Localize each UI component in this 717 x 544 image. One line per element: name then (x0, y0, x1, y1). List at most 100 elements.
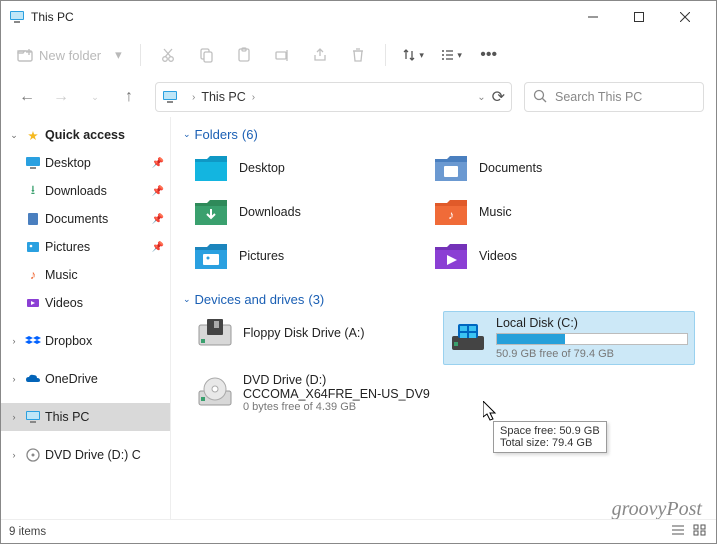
folder-label: Documents (479, 161, 542, 175)
new-folder-button[interactable]: New folder ▾ (9, 47, 130, 63)
address-dropdown[interactable]: ⌄ (477, 92, 485, 103)
drive-name: Floppy Disk Drive (A:) (243, 326, 437, 340)
folders-group-header[interactable]: ⌄ Folders (6) (171, 123, 710, 146)
tooltip-line1: Space free: 50.9 GB (500, 425, 600, 437)
chevron-right-icon[interactable]: › (252, 92, 255, 103)
sidebar-item-dvd-drive[interactable]: › DVD Drive (D:) C (1, 441, 170, 469)
paste-button[interactable] (227, 40, 261, 70)
separator (385, 44, 386, 66)
desktop-icon (25, 155, 41, 171)
sidebar-item-desktop[interactable]: Desktop 📌 (1, 149, 170, 177)
folder-videos[interactable]: Videos (431, 234, 671, 278)
toolbar: New folder ▾ ▾ ▾ ••• (1, 33, 716, 77)
folder-desktop[interactable]: Desktop (191, 146, 431, 190)
folder-label: Desktop (239, 161, 285, 175)
collapse-icon: ⌄ (183, 294, 191, 305)
folder-documents[interactable]: Documents (431, 146, 671, 190)
expand-icon[interactable]: › (7, 336, 21, 346)
search-placeholder: Search This PC (555, 90, 642, 104)
folder-music[interactable]: ♪ Music (431, 190, 671, 234)
dvd-drive-icon (197, 375, 233, 411)
minimize-button[interactable] (570, 1, 616, 33)
refresh-button[interactable]: ⟳ (492, 87, 505, 107)
documents-icon (25, 211, 41, 227)
folder-label: Pictures (239, 249, 284, 263)
back-button[interactable]: ← (13, 83, 41, 111)
tiles-view-button[interactable] (692, 523, 708, 540)
onedrive-icon (25, 371, 41, 387)
chevron-down-icon: ▾ (115, 47, 122, 63)
cut-button[interactable] (151, 40, 185, 70)
share-button[interactable] (303, 40, 337, 70)
tooltip-line2: Total size: 79.4 GB (500, 437, 600, 449)
new-folder-icon (17, 47, 33, 63)
view-button[interactable]: ▾ (434, 40, 468, 70)
desktop-folder-icon (193, 150, 229, 186)
star-icon: ★ (25, 127, 41, 143)
folder-downloads[interactable]: Downloads (191, 190, 431, 234)
expand-icon[interactable]: › (7, 374, 21, 384)
collapse-icon: ⌄ (183, 129, 191, 140)
pin-icon: 📌 (152, 186, 164, 197)
sidebar-item-pictures[interactable]: Pictures 📌 (1, 233, 170, 261)
pin-icon: 📌 (152, 242, 164, 253)
this-pc-icon (25, 409, 41, 425)
sidebar-item-downloads[interactable]: ⭳ Downloads 📌 (1, 177, 170, 205)
videos-icon (25, 295, 41, 311)
expand-icon[interactable]: › (7, 450, 21, 460)
sidebar-item-onedrive[interactable]: › OneDrive (1, 365, 170, 393)
tooltip: Space free: 50.9 GB Total size: 79.4 GB (493, 421, 607, 453)
details-view-button[interactable] (670, 523, 686, 540)
sidebar-item-quick-access[interactable]: ⌄ ★ Quick access (1, 121, 170, 149)
delete-button[interactable] (341, 40, 375, 70)
sidebar-item-this-pc[interactable]: › This PC (1, 403, 170, 431)
sort-button[interactable]: ▾ (396, 40, 430, 70)
status-bar: 9 items (1, 519, 716, 543)
sidebar-item-music[interactable]: ♪ Music (1, 261, 170, 289)
group-count: (3) (308, 292, 324, 307)
drive-free-space: 50.9 GB free of 79.4 GB (496, 348, 688, 360)
pictures-folder-icon (193, 238, 229, 274)
recent-button[interactable]: ⌄ (81, 83, 109, 111)
separator (140, 44, 141, 66)
sidebar-item-documents[interactable]: Documents 📌 (1, 205, 170, 233)
sidebar-item-dropbox[interactable]: › Dropbox (1, 327, 170, 355)
drives-group: ⌄ Devices and drives (3) Floppy Disk Dri… (171, 288, 710, 417)
drive-local-c[interactable]: Local Disk (C:) 50.9 GB free of 79.4 GB (443, 311, 695, 365)
up-button[interactable]: ↑ (115, 83, 143, 111)
drive-dvd[interactable]: DVD Drive (D:) CCCOMA_X64FRE_EN-US_DV9 0… (191, 369, 443, 417)
more-button[interactable]: ••• (472, 40, 506, 70)
folder-label: Downloads (239, 205, 301, 219)
drive-free-space: 0 bytes free of 4.39 GB (243, 401, 437, 413)
titlebar: This PC (1, 1, 716, 33)
expand-icon[interactable]: › (7, 412, 21, 422)
downloads-folder-icon (193, 194, 229, 230)
chevron-right-icon[interactable]: › (192, 92, 195, 103)
item-count: 9 items (9, 526, 46, 538)
search-input[interactable]: Search This PC (524, 82, 704, 112)
pictures-icon (25, 239, 41, 255)
folder-label: Music (479, 205, 512, 219)
dvd-icon (25, 447, 41, 463)
collapse-icon[interactable]: ⌄ (7, 130, 21, 141)
drives-group-header[interactable]: ⌄ Devices and drives (3) (171, 288, 710, 311)
drive-name: DVD Drive (D:) (243, 373, 437, 387)
forward-button[interactable]: → (47, 83, 75, 111)
close-button[interactable] (662, 1, 708, 33)
search-icon (533, 89, 547, 106)
drive-floppy[interactable]: Floppy Disk Drive (A:) (191, 311, 443, 365)
main-content: ⌄ Folders (6) Desktop Documents Download… (171, 117, 716, 519)
maximize-button[interactable] (616, 1, 662, 33)
floppy-drive-icon (197, 315, 233, 351)
svg-text:♪: ♪ (448, 208, 454, 222)
sidebar-item-videos[interactable]: Videos (1, 289, 170, 317)
pin-icon: 📌 (152, 214, 164, 225)
drive-name: Local Disk (C:) (496, 316, 688, 330)
breadcrumb-this-pc[interactable]: This PC (201, 90, 245, 104)
folder-label: Videos (479, 249, 517, 263)
address-bar[interactable]: › This PC › ⌄ ⟳ (155, 82, 512, 112)
local-disk-icon (450, 320, 486, 356)
copy-button[interactable] (189, 40, 223, 70)
rename-button[interactable] (265, 40, 299, 70)
folder-pictures[interactable]: Pictures (191, 234, 431, 278)
